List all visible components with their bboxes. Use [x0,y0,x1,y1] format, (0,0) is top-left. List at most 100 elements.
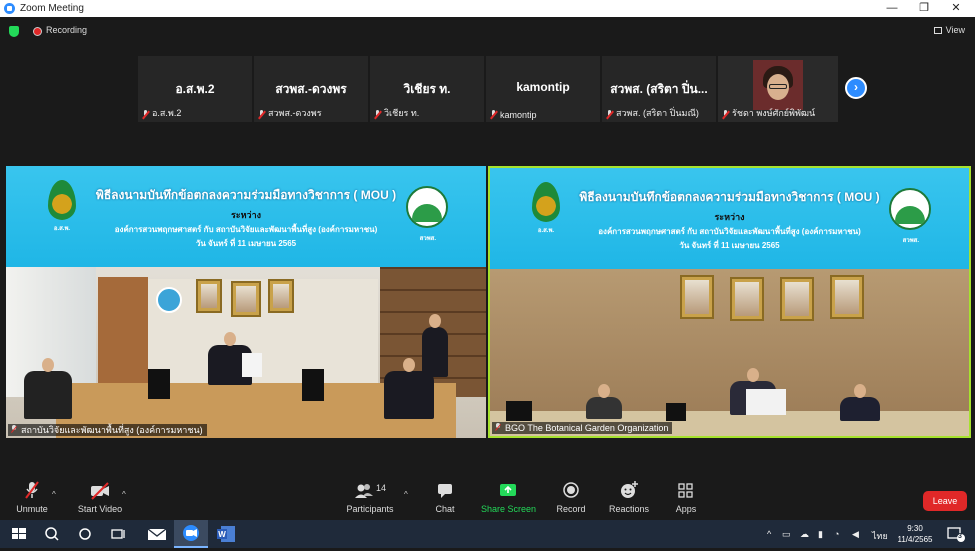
participant-tile[interactable]: อ.ส.พ.2 อ.ส.พ.2 [138,56,252,122]
network-icon[interactable]: ◔ [834,529,839,539]
video-tile-right[interactable]: อ.ส.พ. พิธีลงนามบันทึกข้อตกลงความร่วมมือ… [488,166,971,438]
muted-mic-icon [495,423,501,431]
zoom-taskbar-icon[interactable] [174,520,208,548]
meeting-room-scene [490,269,969,436]
grid-view-icon [933,27,942,34]
windows-taskbar: W ^ ▭ ☁ ▮ ◔ ◀ ไทย 9:30 11/4/2565 3 [0,520,975,548]
participant-name: สวพส. (สริตา ปิ่น... [610,82,708,96]
minimize-button[interactable]: — [877,0,907,17]
audio-options-caret-icon[interactable]: ^ [52,490,56,499]
glasses-shape [769,84,787,89]
participant-name: อ.ส.พ.2 [175,82,215,96]
portrait-frame [196,279,222,313]
mail-icon[interactable] [146,524,168,544]
hrdi-logo-icon [889,188,931,230]
close-button[interactable]: ✕ [941,0,971,17]
notification-count: 3 [958,533,962,540]
share-screen-button[interactable]: Share Screen [481,480,536,514]
monitor [666,403,686,421]
start-video-button[interactable]: Start Video [76,480,124,514]
chat-icon [437,480,453,500]
participant-name: วิเชียร ท. [403,82,451,96]
view-button[interactable]: View [933,25,965,35]
banner-date: วัน จันทร์ ที่ 11 เมษายน 2565 [195,239,297,248]
record-button[interactable]: Record [554,480,588,514]
video-name-label: BGO The Botanical Garden Organization [492,422,673,434]
logo-hill-shape [412,204,442,222]
portrait-frame [830,275,864,319]
meeting-toolbar: Unmute ^ Start Video ^ 14 Participants ^… [0,478,975,520]
participant-label: สวพส. (สริตา ปิ่นมณี) [616,108,699,118]
portrait-frame [680,275,714,319]
apps-icon [678,480,694,500]
meeting-info-bar: Recording View [0,17,975,45]
onedrive-icon[interactable]: ☁ [800,529,809,540]
participant-tile[interactable]: รัชดา พงษ์ศักย์พิพัฒน์ [718,56,838,122]
word-icon[interactable]: W [215,524,237,544]
logo-hill-shape [895,206,925,224]
view-label: View [945,25,965,35]
search-icon[interactable] [42,524,62,544]
recording-label: Recording [46,25,88,35]
zoom-app-icon [4,3,15,14]
notifications-icon[interactable]: 3 [945,524,967,544]
participant-tile[interactable]: สวพส.-ดวงพร สวพส.-ดวงพร [254,56,368,122]
participants-button[interactable]: 14 Participants [346,480,394,514]
svg-text:W: W [218,530,226,539]
leave-button[interactable]: Leave [923,491,967,511]
participant-label: สวพส.-ดวงพร [268,108,322,118]
system-clock[interactable]: 9:30 11/4/2565 [893,523,937,545]
security-shield-icon[interactable] [9,26,19,37]
banner-parties: องค์การสวนพฤกษศาสตร์ กับ สถาบันวิจัยและพ… [598,227,861,236]
next-page-button[interactable]: › [845,77,867,99]
participant-tile[interactable]: วิเชียร ท. วิเชียร ท. [370,56,484,122]
video-tile-left[interactable]: อ.ส.พ. พิธีลงนามบันทึกข้อตกลงความร่วมมือ… [6,166,486,438]
participant-tile[interactable]: สวพส. (สริตา ปิ่น... สวพส. (สริตา ปิ่นมณ… [602,56,716,122]
person-figure [422,314,448,377]
wood-panel [98,277,148,397]
reactions-button[interactable]: Reactions [608,480,650,514]
participants-icon: 14 [354,480,386,500]
participant-name: kamontip [516,80,570,94]
muted-mic-icon [11,425,17,433]
meeting-room-scene [6,267,486,438]
input-language[interactable]: ไทย [872,529,888,543]
participant-label: kamontip [500,110,537,120]
muted-microphone-icon [25,480,39,500]
participants-options-caret-icon[interactable]: ^ [404,490,408,499]
meet-now-icon[interactable]: ▭ [782,529,791,540]
monitor [302,369,324,401]
volume-icon[interactable]: ◀ [852,529,859,540]
portrait-frame [231,281,261,317]
muted-mic-icon [374,110,381,119]
microphone-tray-icon[interactable]: ▮ [818,529,823,540]
tray-expand-icon[interactable]: ^ [767,529,771,539]
participant-tile[interactable]: kamontip kamontip [486,56,600,122]
restore-button[interactable]: ❐ [909,0,939,17]
recording-icon [33,27,42,36]
logo-right-caption: สวพส. [902,238,919,244]
monitor [506,401,532,421]
task-view-icon[interactable] [108,524,128,544]
reactions-smiley-icon [620,480,638,500]
muted-mic-icon [606,110,613,119]
windows-start-icon[interactable] [9,524,29,544]
chat-button[interactable]: Chat [430,480,460,514]
video-off-icon [90,480,110,500]
window-title: Zoom Meeting [20,3,84,14]
person-figure [586,384,622,419]
video-options-caret-icon[interactable]: ^ [122,490,126,499]
person-figure [840,384,880,421]
portrait-frame [268,279,294,313]
muted-mic-icon [490,110,497,119]
participant-label: รัชดา พงษ์ศักย์พิพัฒน์ [732,108,816,118]
emblem-icon [156,287,182,313]
apps-button[interactable]: Apps [672,480,700,514]
cortana-icon[interactable] [75,524,95,544]
person-figure [384,358,434,419]
participants-count: 14 [376,483,387,493]
unmute-button[interactable]: Unmute [14,480,50,514]
record-icon [563,480,579,500]
muted-mic-icon [722,110,729,119]
document-stand [746,389,786,415]
